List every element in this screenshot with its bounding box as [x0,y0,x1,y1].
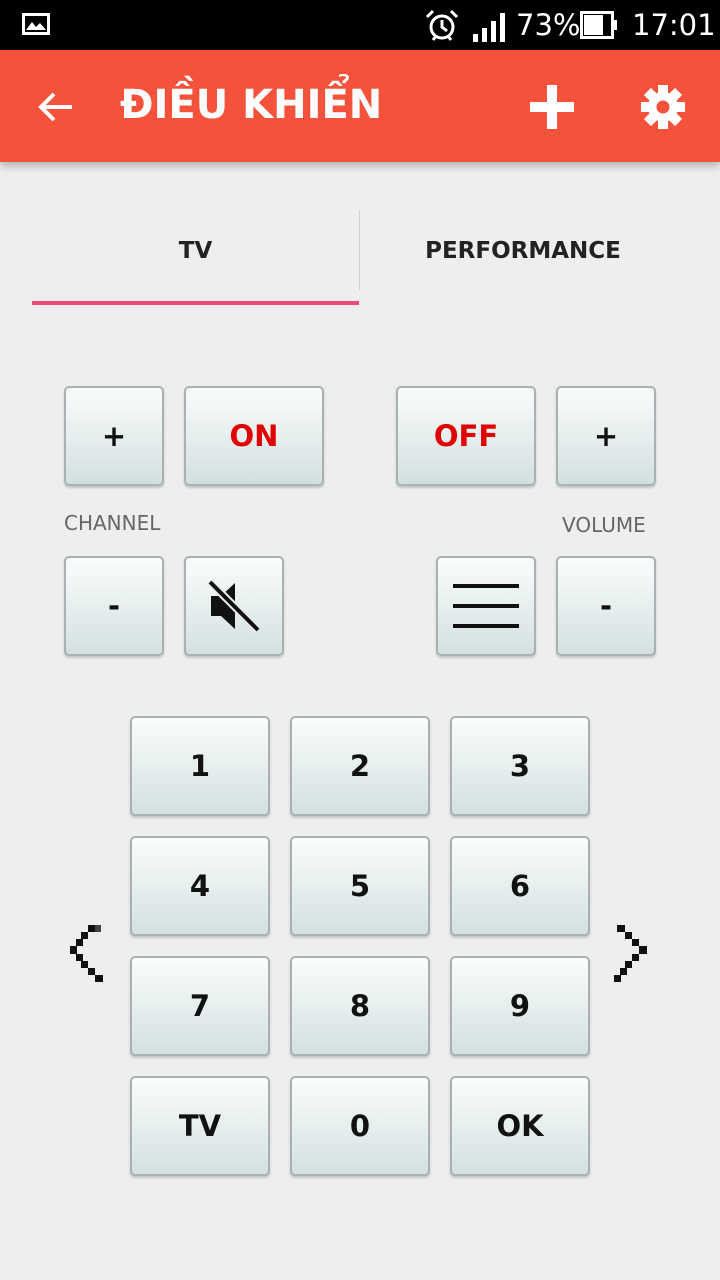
key-5[interactable]: 5 [290,836,430,936]
key-2[interactable]: 2 [290,716,430,816]
key-0[interactable]: 0 [290,1076,430,1176]
plus-icon[interactable] [529,84,575,130]
gear-icon[interactable] [640,84,686,130]
power-on-button[interactable]: ON [184,386,324,486]
key-9[interactable]: 9 [450,956,590,1056]
status-bar: 73% 17:01 [0,0,720,50]
signal-icon [473,13,505,42]
chevron-left-icon[interactable] [70,925,106,983]
key-ok[interactable]: OK [450,1076,590,1176]
mute-button[interactable] [184,556,284,656]
page-title: ĐIỀU KHIỂN [120,82,383,128]
power-off-button[interactable]: OFF [396,386,536,486]
key-4[interactable]: 4 [130,836,270,936]
tab-tv[interactable]: TV [32,210,359,306]
channel-label: CHANNEL [64,511,161,535]
tab-performance[interactable]: PERFORMANCE [360,210,686,306]
mute-icon [207,579,261,633]
key-8[interactable]: 8 [290,956,430,1056]
alarm-icon [425,9,459,41]
volume-down-button[interactable]: - [556,556,656,656]
channel-down-button[interactable]: - [64,556,164,656]
volume-up-button[interactable]: + [556,386,656,486]
key-3[interactable]: 3 [450,716,590,816]
key-tv[interactable]: TV [130,1076,270,1176]
volume-label: VOLUME [562,513,646,537]
clock: 17:01 [632,8,716,42]
key-6[interactable]: 6 [450,836,590,936]
channel-up-button[interactable]: + [64,386,164,486]
battery-percent: 73% [516,8,581,42]
battery-icon [580,11,617,39]
key-1[interactable]: 1 [130,716,270,816]
back-arrow-icon[interactable] [36,87,76,127]
key-7[interactable]: 7 [130,956,270,1056]
tab-indicator [32,301,359,305]
menu-icon [453,584,519,628]
gallery-icon [22,13,50,35]
chevron-right-icon[interactable] [614,925,650,983]
app-bar: ĐIỀU KHIỂN [0,50,720,162]
menu-button[interactable] [436,556,536,656]
